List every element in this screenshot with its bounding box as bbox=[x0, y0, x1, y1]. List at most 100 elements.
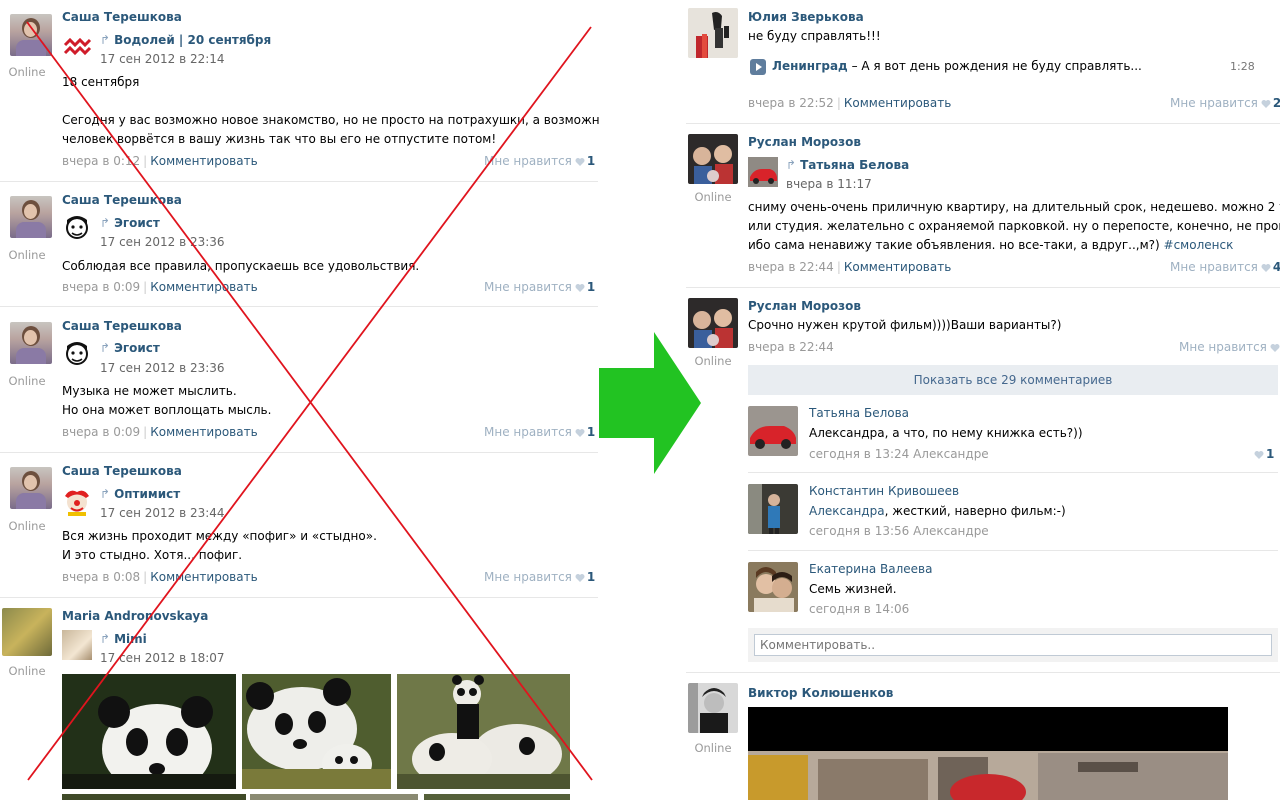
repost-date[interactable]: 17 сен 2012 в 23:36 bbox=[100, 235, 225, 249]
comment-link[interactable]: Комментировать bbox=[150, 154, 257, 168]
like-button[interactable]: Мне нравится 2 bbox=[1170, 96, 1280, 110]
comment-input[interactable] bbox=[754, 634, 1272, 656]
like-label: Мне нравится bbox=[1170, 260, 1258, 274]
repost-source-name[interactable]: Водолей | 20 сентября bbox=[114, 33, 271, 47]
heart-icon bbox=[1254, 451, 1264, 459]
post-author[interactable]: Maria Andronovskaya bbox=[62, 609, 208, 623]
avatar[interactable] bbox=[748, 406, 798, 456]
post-author[interactable]: Саша Терешкова bbox=[62, 319, 182, 333]
post-author[interactable]: Руслан Морозов bbox=[748, 135, 861, 149]
audio-artist[interactable]: Ленинград bbox=[772, 59, 848, 73]
comment-author[interactable]: Константин Кривошеев bbox=[809, 484, 959, 498]
like-button[interactable]: Мне нравится 4 bbox=[1170, 260, 1280, 274]
photo-panda[interactable] bbox=[424, 794, 570, 800]
show-all-comments-button[interactable]: Показать все 29 комментариев bbox=[748, 365, 1278, 395]
like-button[interactable]: Мне нравится bbox=[1179, 340, 1280, 354]
repost-source-name[interactable]: Эгоист bbox=[114, 341, 160, 355]
post-text-line: Музыка не может мыслить. bbox=[62, 384, 237, 398]
post-date[interactable]: вчера в 22:52 bbox=[748, 96, 834, 110]
like-button[interactable]: Мне нравится 1 bbox=[484, 570, 595, 584]
avatar[interactable] bbox=[10, 14, 52, 56]
post-author[interactable]: Саша Терешкова bbox=[62, 10, 182, 24]
repost-date[interactable]: 17 сен 2012 в 23:44 bbox=[100, 506, 225, 520]
video-preview[interactable] bbox=[748, 707, 1228, 800]
avatar[interactable] bbox=[688, 298, 738, 348]
repost-date[interactable]: 17 сен 2012 в 22:14 bbox=[100, 52, 225, 66]
avatar[interactable] bbox=[748, 562, 798, 612]
repost-source-name[interactable]: Татьяна Белова bbox=[800, 158, 909, 172]
repost-source[interactable]: ↱ Татьяна Белова bbox=[786, 158, 909, 172]
post-date[interactable]: вчера в 0:09 bbox=[62, 280, 140, 294]
repost-avatar[interactable] bbox=[62, 630, 92, 660]
post-date[interactable]: вчера в 0:09 bbox=[62, 425, 140, 439]
comment-link[interactable]: Комментировать bbox=[844, 96, 951, 110]
like-button[interactable]: Мне нравится 1 bbox=[484, 425, 595, 439]
post-author[interactable]: Саша Терешкова bbox=[62, 193, 182, 207]
repost-date[interactable]: вчера в 11:17 bbox=[786, 177, 872, 191]
repost-source[interactable]: ↱ Mimi bbox=[100, 632, 147, 646]
post-date[interactable]: вчера в 22:44 bbox=[748, 340, 834, 354]
repost-date[interactable]: 17 сен 2012 в 23:36 bbox=[100, 361, 225, 375]
video-frame bbox=[748, 707, 1228, 800]
avatar[interactable] bbox=[748, 484, 798, 534]
avatar[interactable] bbox=[10, 322, 52, 364]
post-date[interactable]: вчера в 0:08 bbox=[62, 570, 140, 584]
repost-source-name[interactable]: Эгоист bbox=[114, 216, 160, 230]
repost-source-name[interactable]: Mimi bbox=[114, 632, 147, 646]
repost-date[interactable]: 17 сен 2012 в 18:07 bbox=[100, 651, 225, 665]
comment-date[interactable]: сегодня в 14:06 bbox=[809, 602, 909, 616]
photo-panda[interactable] bbox=[250, 794, 418, 800]
repost-source[interactable]: ↱ Водолей | 20 сентября bbox=[100, 33, 271, 47]
audio-player[interactable]: Ленинград – А я вот день рождения не буд… bbox=[748, 58, 1268, 76]
comment-author[interactable]: Екатерина Валеева bbox=[809, 562, 932, 576]
post-date[interactable]: вчера в 22:44 bbox=[748, 260, 834, 274]
repost-source[interactable]: ↱ Эгоист bbox=[100, 341, 160, 355]
reply-to-link[interactable]: Александра bbox=[809, 504, 885, 518]
avatar[interactable] bbox=[2, 608, 52, 656]
post-date[interactable]: вчера в 0:12 bbox=[62, 154, 140, 168]
comment-link[interactable]: Комментировать bbox=[844, 260, 951, 274]
heart-icon bbox=[1261, 264, 1271, 272]
comment: Константин Кривошеев Александра, жесткий… bbox=[748, 473, 1278, 551]
avatar[interactable] bbox=[10, 196, 52, 238]
like-button[interactable]: 1 bbox=[1251, 447, 1274, 461]
repost-avatar[interactable] bbox=[748, 157, 778, 187]
like-button[interactable]: Мне нравится 1 bbox=[484, 154, 595, 168]
avatar[interactable] bbox=[688, 683, 738, 733]
repost-avatar[interactable] bbox=[62, 340, 92, 370]
photo-panda[interactable] bbox=[62, 794, 246, 800]
avatar[interactable] bbox=[688, 134, 738, 184]
post-author[interactable]: Юлия Зверькова bbox=[748, 10, 864, 24]
avatar[interactable] bbox=[688, 8, 738, 58]
repost-source[interactable]: ↱ Эгоист bbox=[100, 216, 160, 230]
comment-author[interactable]: Татьяна Белова bbox=[809, 406, 909, 420]
comment-link[interactable]: Комментировать bbox=[150, 570, 257, 584]
repost-source-name[interactable]: Оптимист bbox=[114, 487, 180, 501]
feed-post: Online Руслан Морозов Срочно нужен круто… bbox=[686, 288, 1280, 673]
photo-panda[interactable] bbox=[397, 674, 570, 789]
audio-title: – А я вот день рождения не буду справлят… bbox=[847, 59, 1142, 73]
like-count: 4 bbox=[1272, 260, 1280, 274]
photo-panda[interactable] bbox=[242, 674, 391, 789]
avatar[interactable] bbox=[10, 467, 52, 509]
online-status: Online bbox=[8, 65, 46, 79]
online-status: Online bbox=[694, 190, 732, 204]
post-author[interactable]: Виктор Колюшенков bbox=[748, 686, 893, 700]
post-author[interactable]: Саша Терешкова bbox=[62, 464, 182, 478]
comment-date[interactable]: сегодня в 13:24 Александре bbox=[809, 447, 989, 461]
feed-post: Online Саша Терешкова ↱ Эгоист 17 сен 201… bbox=[0, 182, 598, 307]
photo-panda[interactable] bbox=[62, 674, 236, 789]
repost-source[interactable]: ↱ Оптимист bbox=[100, 487, 180, 501]
like-button[interactable]: Мне нравится 1 bbox=[484, 280, 595, 294]
comment-date[interactable]: сегодня в 13:56 Александре bbox=[809, 524, 989, 538]
repost-avatar[interactable] bbox=[62, 486, 92, 516]
like-label: Мне нравится bbox=[484, 154, 572, 168]
hashtag-link[interactable]: #смоленск bbox=[1164, 238, 1234, 252]
comment-link[interactable]: Комментировать bbox=[150, 425, 257, 439]
comment-link[interactable]: Комментировать bbox=[150, 280, 257, 294]
panda-image bbox=[397, 674, 570, 789]
post-author[interactable]: Руслан Морозов bbox=[748, 299, 861, 313]
repost-avatar[interactable] bbox=[62, 32, 92, 62]
play-icon[interactable] bbox=[750, 59, 766, 75]
repost-avatar[interactable] bbox=[62, 214, 92, 244]
